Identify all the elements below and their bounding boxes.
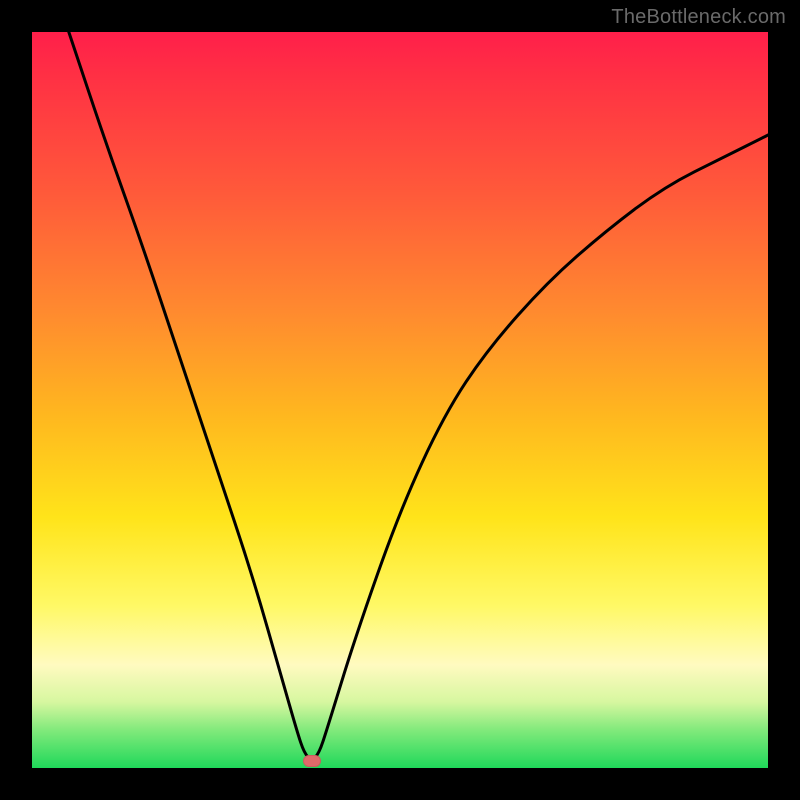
curve-svg (32, 32, 768, 768)
watermark-text: TheBottleneck.com (611, 6, 786, 29)
plot-area (32, 32, 768, 768)
bottleneck-curve (69, 32, 768, 759)
optimal-marker (303, 755, 321, 767)
chart-frame: TheBottleneck.com (0, 0, 800, 800)
